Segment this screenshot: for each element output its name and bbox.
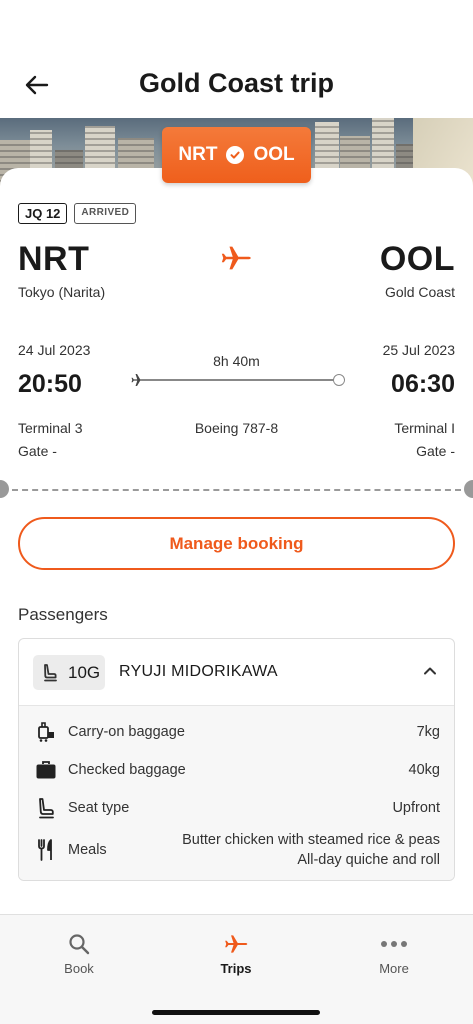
route-pill-from: NRT [178,144,218,165]
origin-code: NRT [18,240,90,278]
bottom-nav: Book Trips More [0,914,473,1024]
ticket-notch-right [464,480,473,498]
ticket-notch-left [0,480,9,498]
flight-timeline [130,371,345,389]
home-indicator [152,1010,320,1015]
passengers-heading: Passengers [18,605,108,624]
flight-number-badge: JQ 12 [18,203,68,224]
detail-value: 40kg [408,762,440,778]
meal-item: Butter chicken with steamed rice & peas [182,832,440,848]
origin-city: Tokyo (Narita) [18,284,106,300]
seat-icon [39,798,54,819]
nav-label-more: More [379,961,409,976]
arrival-time: 06:30 [391,370,455,398]
departure-time: 20:50 [18,370,82,398]
flight-badges: JQ 12 ARRIVED [18,203,137,224]
detail-value: 7kg [416,724,440,740]
page-title: Gold Coast trip [139,68,334,98]
search-icon [69,934,90,955]
destination-city: Gold Coast [384,284,455,300]
status-badge: ARRIVED [74,203,137,224]
app-header: Gold Coast trip [0,0,473,118]
carry-on-bag-icon [38,722,54,742]
meals-values: Butter chicken with steamed rice & peas … [182,830,440,870]
arrival-terminal: Terminal I [394,420,455,436]
passenger-header[interactable]: 10G RYUJI MIDORIKAWA [19,639,454,706]
route-pill: NRT OOL [162,127,311,183]
check-circle-icon [226,146,245,164]
detail-label: Seat type [68,800,130,816]
plane-icon [225,935,248,953]
plane-icon [221,246,251,270]
flight-card: JQ 12 ARRIVED NRT OOL Tokyo (Narita) Gol… [0,168,473,928]
suitcase-icon [36,761,56,779]
departure-gate: Gate - [18,443,57,459]
arrival-dot [333,374,345,386]
seat-number: 10G [68,662,101,682]
nav-item-more[interactable]: More [354,931,434,976]
nav-item-book[interactable]: Book [39,931,119,976]
arrival-gate: Gate - [416,443,455,459]
passenger-panel: 10G RYUJI MIDORIKAWA Carry-on baggage 7k… [18,638,455,881]
chevron-up-icon[interactable] [422,663,438,679]
destination-code: OOL [379,240,455,278]
detail-row-meals: Meals Butter chicken with steamed rice &… [35,830,440,872]
manage-booking-button[interactable]: Manage booking [18,517,455,570]
ticket-divider [12,489,461,491]
route-pill-to: OOL [253,144,295,165]
flight-duration: 8h 40m [213,353,260,369]
seat-chip: 10G [33,655,105,690]
nav-item-trips[interactable]: Trips [196,931,276,976]
detail-label: Checked baggage [68,762,186,778]
seat-icon [44,663,57,681]
meal-item: All-day quiche and roll [297,852,440,868]
nav-label-book: Book [64,961,94,976]
detail-label: Meals [68,842,107,858]
detail-value: Upfront [392,800,440,816]
passenger-name: RYUJI MIDORIKAWA [119,663,278,680]
cutlery-icon [38,839,52,861]
passenger-details: Carry-on baggage 7kg Checked baggage 40k… [19,706,454,880]
dots-icon [381,941,407,947]
detail-label: Carry-on baggage [68,724,185,740]
nav-label-trips: Trips [220,961,252,976]
